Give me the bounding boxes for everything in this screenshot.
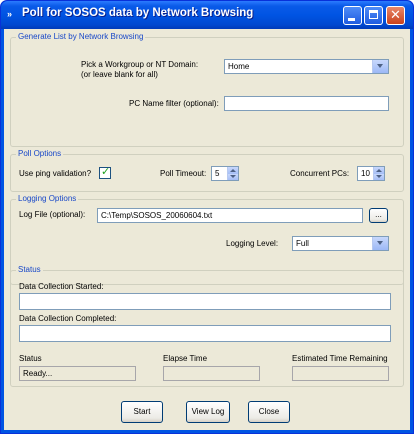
spin-down-icon[interactable] <box>227 173 238 180</box>
completed-field <box>19 325 391 342</box>
concurrent-value: 10 <box>361 169 370 178</box>
poll-options-legend: Poll Options <box>16 149 64 158</box>
logging-level-select[interactable]: Full <box>292 236 389 251</box>
checkmark-icon: ✓ <box>101 165 111 178</box>
logfile-label: Log File (optional): <box>19 210 86 219</box>
started-field <box>19 293 391 310</box>
window-title: Poll for SOSOS data by Network Browsing <box>22 7 254 19</box>
status-field: Ready... <box>19 366 136 381</box>
domain-dropdown-button[interactable] <box>372 60 388 73</box>
timeout-value: 5 <box>215 169 220 178</box>
concurrent-spinner[interactable]: 10 <box>357 166 385 181</box>
generate-list-group: Generate List by Network Browsing Pick a… <box>10 32 404 147</box>
logfile-input[interactable]: C:\Temp\SOSOS_20060604.txt <box>97 208 363 223</box>
timeout-spin-buttons[interactable] <box>227 167 238 180</box>
pc-filter-input[interactable] <box>224 96 389 111</box>
double-chevron-icon: ›› <box>7 9 12 19</box>
timeout-spinner[interactable]: 5 <box>211 166 239 181</box>
close-button[interactable]: Close <box>248 401 290 423</box>
domain-label-hint: (or leave blank for all) <box>81 70 158 79</box>
maximize-button[interactable] <box>364 6 383 25</box>
remaining-field <box>292 366 389 381</box>
minimize-button[interactable] <box>343 6 362 25</box>
logging-level-dropdown-button[interactable] <box>372 237 388 250</box>
minimize-icon <box>348 18 355 21</box>
concurrent-label: Concurrent PCs: <box>290 169 350 178</box>
elapsed-field <box>163 366 260 381</box>
generate-list-legend: Generate List by Network Browsing <box>16 32 146 41</box>
title-bar[interactable]: ›› Poll for SOSOS data by Network Browsi… <box>1 1 413 29</box>
started-label: Data Collection Started: <box>19 282 104 291</box>
logging-options-legend: Logging Options <box>16 194 79 203</box>
browse-button[interactable]: ... <box>369 208 388 223</box>
remaining-label: Estimated Time Remaining <box>292 354 388 363</box>
domain-select[interactable]: Home <box>224 59 389 74</box>
status-legend: Status <box>16 265 43 274</box>
concurrent-spin-buttons[interactable] <box>373 167 384 180</box>
logging-level-value: Full <box>296 239 309 248</box>
spin-down-icon[interactable] <box>373 173 384 180</box>
pc-filter-label: PC Name filter (optional): <box>129 99 219 108</box>
completed-label: Data Collection Completed: <box>19 314 117 323</box>
domain-label: Pick a Workgroup or NT Domain: <box>81 60 199 69</box>
chevron-down-icon <box>377 64 383 68</box>
close-icon: ✕ <box>390 8 401 23</box>
poll-options-group: Poll Options Use ping validation? ✓ Poll… <box>10 149 404 192</box>
close-window-button[interactable]: ✕ <box>386 6 405 25</box>
status-label: Status <box>19 354 42 363</box>
chevron-down-icon <box>377 241 383 245</box>
ping-label: Use ping validation? <box>19 169 92 178</box>
app-window: ›› Poll for SOSOS data by Network Browsi… <box>0 0 414 434</box>
elapsed-label: Elapse Time <box>163 354 208 363</box>
logging-level-label: Logging Level: <box>226 239 279 248</box>
start-button[interactable]: Start <box>121 401 163 423</box>
ping-checkbox[interactable]: ✓ <box>99 165 111 179</box>
view-log-button[interactable]: View Log <box>186 401 230 423</box>
timeout-label: Poll Timeout: <box>160 169 207 178</box>
domain-select-value: Home <box>228 62 250 71</box>
dialog-body: Generate List by Network Browsing Pick a… <box>4 29 410 430</box>
maximize-icon <box>369 10 378 19</box>
status-group: Status Data Collection Started: Data Col… <box>10 265 404 387</box>
